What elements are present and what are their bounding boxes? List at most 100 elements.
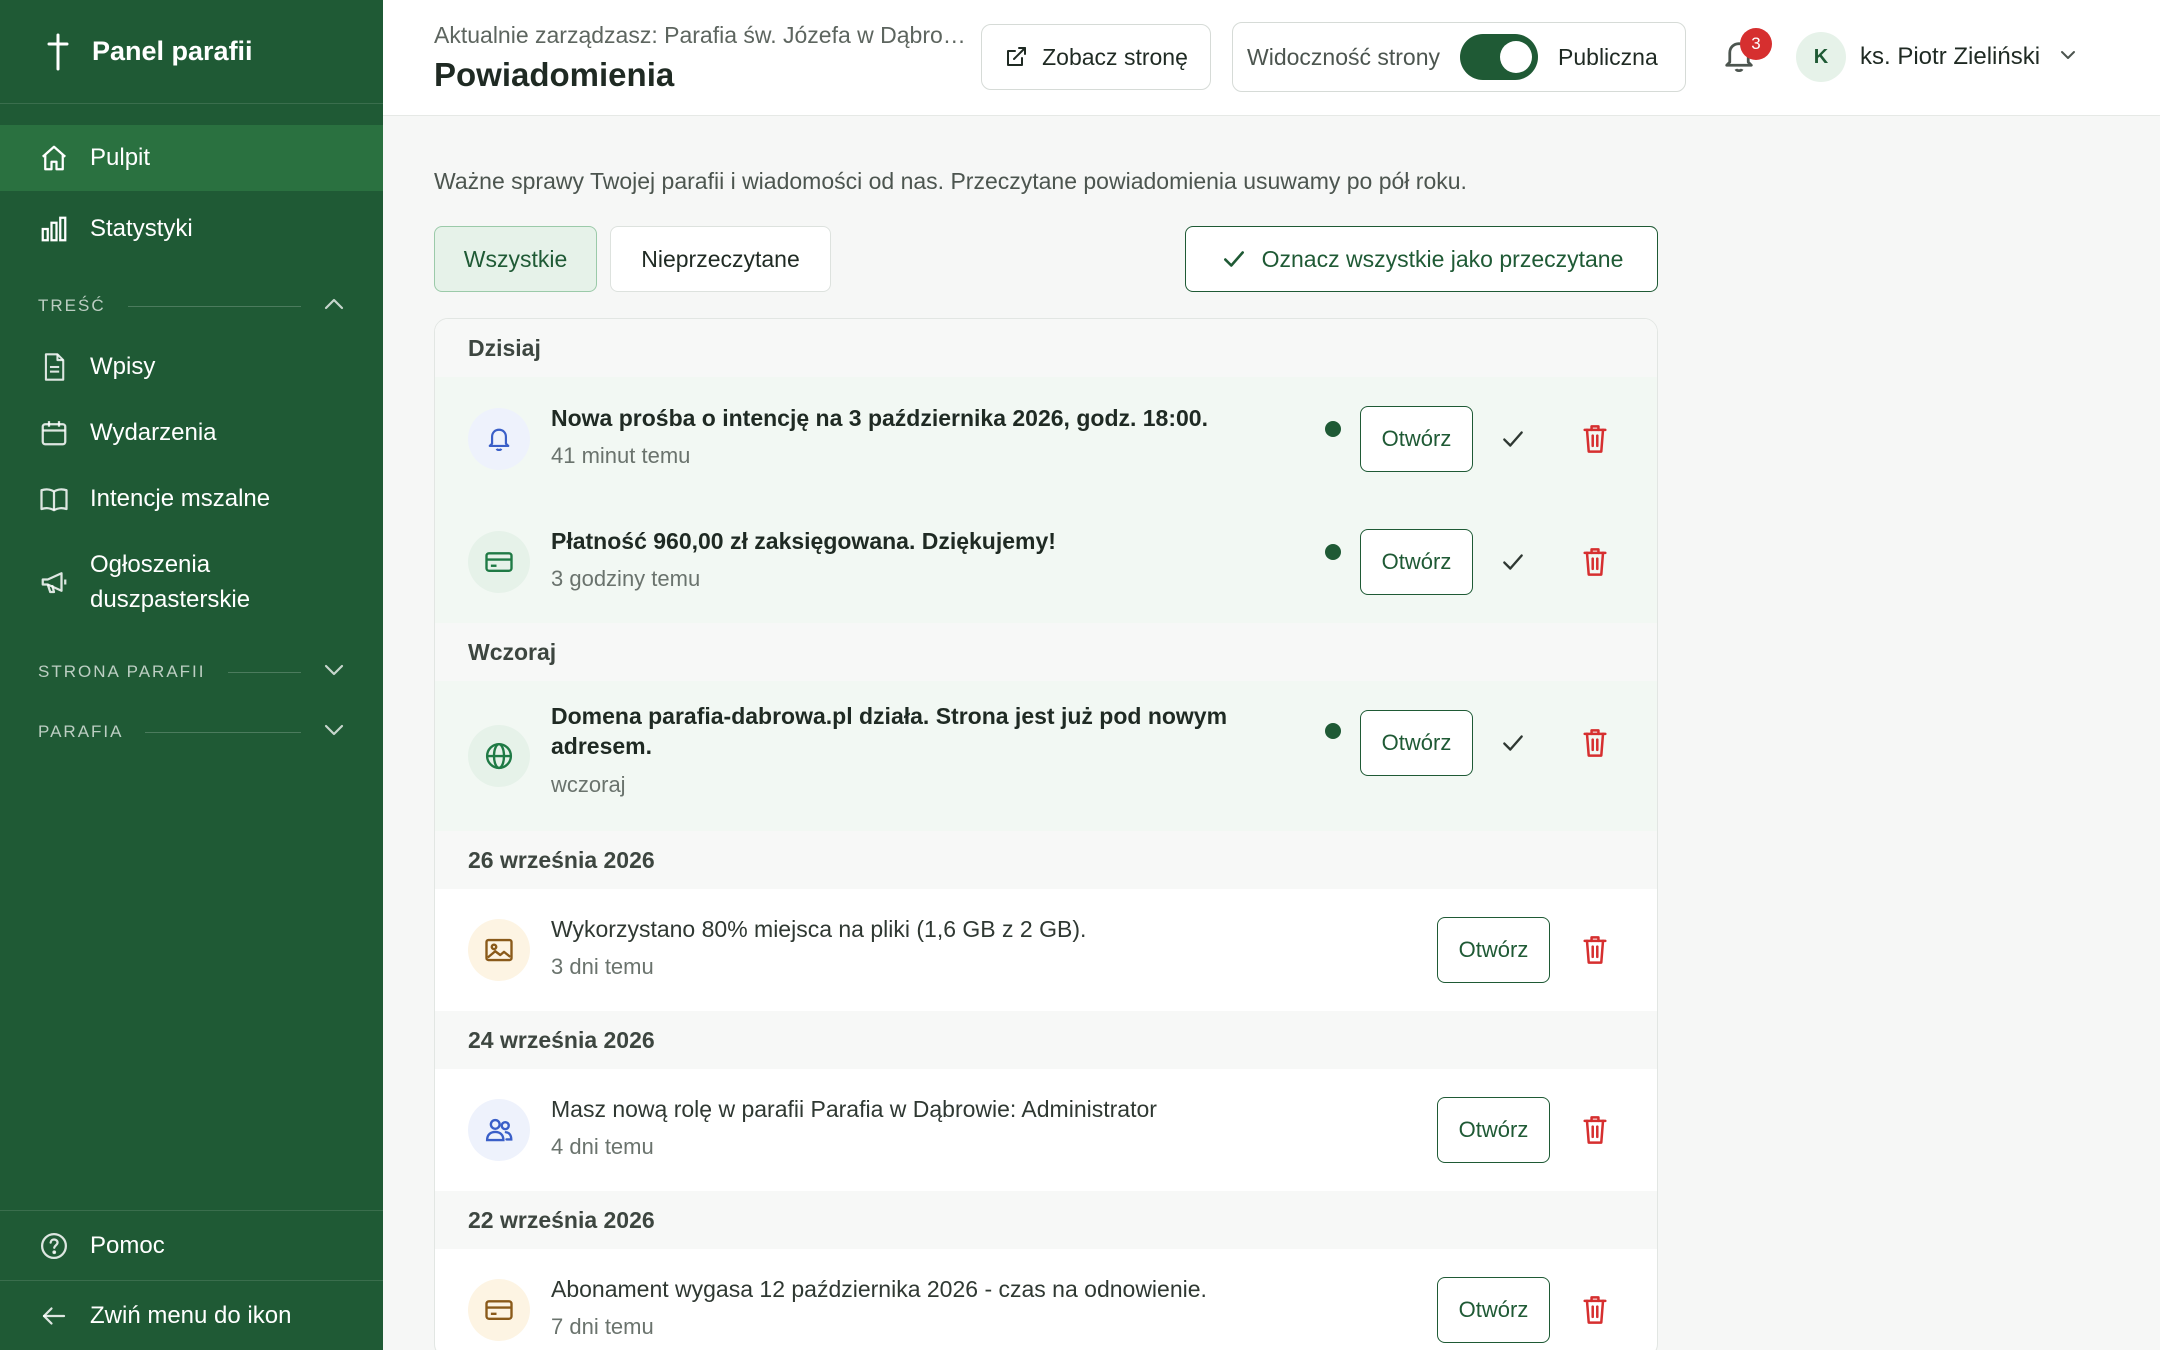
external-link-icon xyxy=(1004,45,1028,69)
visibility-value: Publiczna xyxy=(1558,43,1658,70)
trash-icon[interactable] xyxy=(1575,930,1615,970)
title-line: Domena parafia-dabrowa.pl działa. Strona… xyxy=(551,703,1228,729)
open-button[interactable]: Otwórz xyxy=(1360,529,1473,595)
group-header: 22 września 2026 xyxy=(435,1191,1657,1249)
mark-all-read-button[interactable]: Oznacz wszystkie jako przeczytane xyxy=(1185,226,1658,292)
section-label: PARAFIA xyxy=(38,722,124,741)
open-button[interactable]: Otwórz xyxy=(1437,1277,1550,1343)
help-circle-icon xyxy=(38,1230,70,1262)
chevron-up-icon xyxy=(323,296,345,316)
label-line: Ogłoszenia xyxy=(90,551,211,578)
notification-title: Nowa prośba o intencję na 3 października… xyxy=(551,405,1208,431)
divider xyxy=(145,731,301,733)
current-parish-breadcrumb: Aktualnie zarządzasz: Parafia św. Józefa… xyxy=(434,22,974,48)
group-header: 26 września 2026 xyxy=(435,831,1657,889)
title-line: adresem. xyxy=(551,733,653,759)
label-line: duszpasterskie xyxy=(90,586,251,613)
group-header: Dzisiaj xyxy=(435,319,1657,377)
notification-time: 7 dni temu xyxy=(551,1314,654,1339)
check-icon xyxy=(1220,246,1248,272)
bar-chart-icon xyxy=(38,213,70,245)
sidebar-item-events[interactable]: Wydarzenia xyxy=(0,400,383,466)
sidebar-item-help[interactable]: Pomoc xyxy=(0,1210,383,1280)
notification-item: Wykorzystano 80% miejsca na pliki (1,6 G… xyxy=(435,889,1657,1011)
sidebar-item-label: Statystyki xyxy=(90,215,193,242)
mark-read-button[interactable] xyxy=(1493,419,1533,459)
chevron-down-icon xyxy=(323,722,345,742)
sidebar-title: Panel parafii xyxy=(92,36,253,66)
sidebar-item-label: Ogłoszenia duszpasterskie xyxy=(90,547,250,617)
trash-icon[interactable] xyxy=(1575,1110,1615,1150)
notification-title: Wykorzystano 80% miejsca na pliki (1,6 G… xyxy=(551,916,1087,942)
open-book-icon xyxy=(38,483,70,515)
trash-icon[interactable] xyxy=(1575,542,1615,582)
divider xyxy=(227,671,301,673)
sidebar-item-statistics[interactable]: Statystyki xyxy=(0,196,383,262)
users-icon xyxy=(468,1099,530,1161)
sidebar: Panel parafii Pulpit Statystyki TREŚĆ Wp… xyxy=(0,0,383,1350)
section-label: TREŚĆ xyxy=(38,296,106,315)
open-button[interactable]: Otwórz xyxy=(1437,917,1550,983)
notification-title: Płatność 960,00 zł zaksięgowana. Dziękuj… xyxy=(551,528,1056,554)
toggle-knob xyxy=(1500,41,1533,73)
chevron-down-icon xyxy=(323,662,345,682)
trash-icon[interactable] xyxy=(1575,419,1615,459)
credit-card-icon xyxy=(468,531,530,593)
notifications-list: Dzisiaj Nowa prośba o intencję na 3 paźd… xyxy=(434,318,1658,1350)
notification-item: Masz nową rolę w parafii Parafia w Dąbro… xyxy=(435,1069,1657,1191)
open-button[interactable]: Otwórz xyxy=(1437,1097,1550,1163)
megaphone-icon xyxy=(38,566,70,598)
section-site-toggle[interactable]: STRONA PARAFII xyxy=(0,642,383,702)
visibility-toggle[interactable] xyxy=(1460,34,1539,80)
sidebar-item-label: Wpisy xyxy=(90,353,156,380)
unread-dot xyxy=(1325,723,1341,739)
collapse-menu-button[interactable]: Zwiń menu do ikon xyxy=(0,1280,383,1350)
site-visibility-control: Widoczność strony Publiczna xyxy=(1232,22,1686,92)
view-site-button[interactable]: Zobacz stronę xyxy=(981,24,1211,90)
mark-read-button[interactable] xyxy=(1493,723,1533,763)
sidebar-item-label: Pulpit xyxy=(90,144,151,171)
sidebar-item-dashboard[interactable]: Pulpit xyxy=(0,125,383,191)
notification-title: Domena parafia-dabrowa.pl działa. Strona… xyxy=(551,701,1227,761)
notification-item: Domena parafia-dabrowa.pl działa. Strona… xyxy=(435,681,1657,831)
notification-time: wczoraj xyxy=(551,772,626,797)
sidebar-item-announcements[interactable]: Ogłoszenia duszpasterskie xyxy=(0,532,383,632)
mark-all-read-label: Oznacz wszystkie jako przeczytane xyxy=(1261,245,1624,272)
mark-read-button[interactable] xyxy=(1493,542,1533,582)
notifications-bell-button[interactable]: 3 xyxy=(1720,28,1772,80)
tab-all[interactable]: Wszystkie xyxy=(434,226,597,292)
sidebar-item-label: Intencje mszalne xyxy=(90,485,271,512)
cross-icon xyxy=(40,32,76,72)
chevron-down-icon xyxy=(2058,48,2078,67)
sidebar-header: Panel parafii xyxy=(0,0,383,104)
section-parish-toggle[interactable]: PARAFIA xyxy=(0,702,383,762)
notification-time: 3 dni temu xyxy=(551,954,654,979)
notification-title: Abonament wygasa 12 października 2026 - … xyxy=(551,1276,1207,1302)
top-header: Aktualnie zarządzasz: Parafia św. Józefa… xyxy=(383,0,2160,116)
notification-item: Nowa prośba o intencję na 3 października… xyxy=(435,377,1657,501)
trash-icon[interactable] xyxy=(1575,1290,1615,1330)
bell-icon xyxy=(468,408,530,470)
unread-dot xyxy=(1325,421,1341,437)
user-menu[interactable]: K ks. Piotr Zieliński xyxy=(1796,32,2078,82)
sidebar-item-label: Pomoc xyxy=(90,1231,165,1259)
sidebar-footer: Pomoc Zwiń menu do ikon xyxy=(0,1210,383,1350)
section-content-toggle[interactable]: TREŚĆ xyxy=(0,278,383,334)
sidebar-item-posts[interactable]: Wpisy xyxy=(0,334,383,400)
open-button[interactable]: Otwórz xyxy=(1360,710,1473,776)
globe-icon xyxy=(468,725,530,787)
divider xyxy=(127,305,301,307)
tab-unread[interactable]: Nieprzeczytane xyxy=(610,226,831,292)
notification-time: 41 minut temu xyxy=(551,443,691,468)
page-description: Ważne sprawy Twojej parafii i wiadomości… xyxy=(434,168,1467,194)
calendar-icon xyxy=(38,417,70,449)
section-label: STRONA PARAFII xyxy=(38,662,206,681)
avatar: K xyxy=(1796,32,1846,82)
open-button[interactable]: Otwórz xyxy=(1360,406,1473,472)
notification-time: 4 dni temu xyxy=(551,1134,654,1159)
arrow-left-icon xyxy=(38,1300,70,1332)
sidebar-item-mass-intentions[interactable]: Intencje mszalne xyxy=(0,466,383,532)
sidebar-item-label: Zwiń menu do ikon xyxy=(90,1301,292,1329)
trash-icon[interactable] xyxy=(1575,723,1615,763)
credit-card-icon xyxy=(468,1279,530,1341)
